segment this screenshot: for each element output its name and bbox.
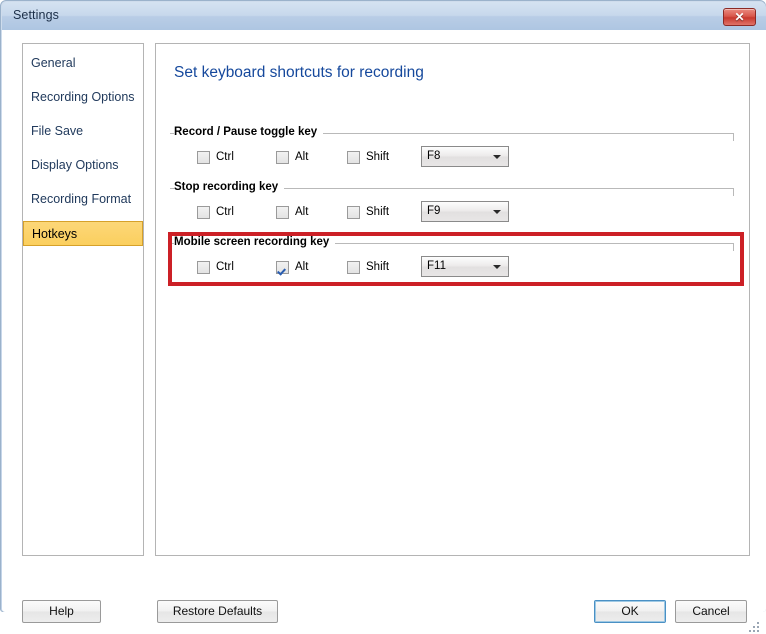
checkbox-label: Shift	[366, 206, 390, 218]
group-label: Stop recording key	[174, 181, 285, 193]
chevron-down-icon	[493, 265, 501, 269]
checkbox-label: Alt	[295, 261, 309, 273]
hotkey-row: Ctrl Alt Shift F9	[170, 201, 736, 227]
settings-window: Settings ✕ General Recording Options File …	[0, 0, 766, 632]
hotkey-row: Ctrl Alt Shift F11	[170, 256, 736, 282]
checkbox-label: Alt	[295, 206, 309, 218]
key-select-2[interactable]: F11	[421, 256, 509, 277]
checkbox-label: Alt	[295, 151, 309, 163]
group-label: Mobile screen recording key	[174, 236, 336, 248]
checkbox-label: Ctrl	[216, 261, 234, 273]
sidebar-item-display-options[interactable]: Display Options	[23, 153, 143, 178]
settings-detail-panel: Set keyboard shortcuts for recording Rec…	[155, 43, 750, 556]
checkbox-label: Shift	[366, 261, 390, 273]
grip-dot	[749, 630, 751, 632]
checkbox-shift-box[interactable]	[347, 206, 360, 219]
key-select-1[interactable]: F9	[421, 201, 509, 222]
checkbox-label: Shift	[366, 151, 390, 163]
checkbox-label: Ctrl	[216, 206, 234, 218]
dialog-body: General Recording Options File Save Display…	[2, 30, 766, 632]
sidebar-item-recording-options[interactable]: Recording Options	[23, 85, 143, 110]
chevron-down-icon	[493, 210, 501, 214]
hotkey-row: Ctrl Alt Shift F8	[170, 146, 736, 172]
checkbox-alt-box[interactable]	[276, 261, 289, 274]
group-label: Record / Pause toggle key	[174, 126, 324, 138]
settings-category-list: General Recording Options File Save Display…	[22, 43, 144, 556]
checkbox-alt-box[interactable]	[276, 151, 289, 164]
checkbox-ctrl-box[interactable]	[197, 206, 210, 219]
grip-dot	[757, 630, 759, 632]
key-select-value: F8	[427, 150, 441, 162]
checkbox-shift-box[interactable]	[347, 151, 360, 164]
key-select-0[interactable]: F8	[421, 146, 509, 167]
checkbox-alt-box[interactable]	[276, 206, 289, 219]
sidebar-item-hotkeys[interactable]: Hotkeys	[23, 221, 143, 246]
sidebar-item-file-save[interactable]: File Save	[23, 119, 143, 144]
key-select-value: F11	[427, 260, 446, 272]
title-bar[interactable]: Settings ✕	[2, 2, 766, 30]
checkbox-ctrl-box[interactable]	[197, 261, 210, 274]
chevron-down-icon	[493, 155, 501, 159]
sidebar-item-general[interactable]: General	[23, 51, 143, 76]
grip-dot	[757, 622, 759, 624]
grip-dot	[753, 630, 755, 632]
sidebar-item-recording-format[interactable]: Recording Format	[23, 187, 143, 212]
window-title: Settings	[13, 8, 59, 22]
key-select-value: F9	[427, 205, 441, 217]
close-icon: ✕	[734, 10, 745, 24]
checkbox-label: Ctrl	[216, 151, 234, 163]
checkbox-shift-box[interactable]	[347, 261, 360, 274]
resize-grip[interactable]	[749, 622, 761, 634]
grip-dot	[757, 626, 759, 628]
close-button[interactable]: ✕	[723, 8, 756, 26]
checkbox-ctrl-box[interactable]	[197, 151, 210, 164]
page-title: Set keyboard shortcuts for recording	[174, 64, 424, 81]
grip-dot	[753, 626, 755, 628]
